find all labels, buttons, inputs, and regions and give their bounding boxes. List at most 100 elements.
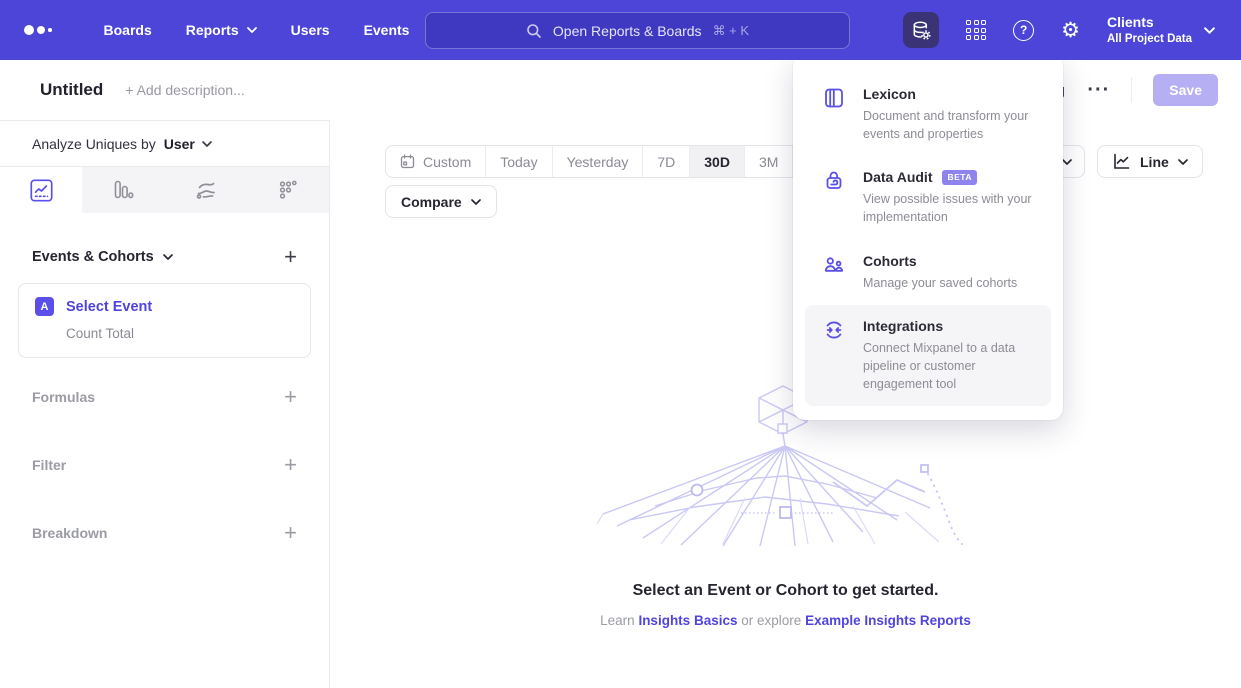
report-title[interactable]: Untitled bbox=[40, 80, 103, 100]
mixpanel-logo[interactable] bbox=[24, 25, 52, 35]
apps-grid-button[interactable] bbox=[966, 20, 986, 40]
menu-item-description: View possible issues with your implement… bbox=[863, 190, 1035, 226]
bar-chart-tab-icon bbox=[111, 178, 135, 202]
gear-icon: ⚙ bbox=[1061, 19, 1080, 42]
nav-links: Boards Reports Users Events bbox=[104, 22, 410, 38]
select-event-card[interactable]: A Select Event Count Total bbox=[18, 283, 311, 358]
date-range-today[interactable]: Today bbox=[486, 146, 552, 177]
add-formula-button[interactable]: + bbox=[284, 386, 297, 408]
example-reports-link[interactable]: Example Insights Reports bbox=[805, 613, 971, 628]
menu-item-integrations[interactable]: Integrations Connect Mixpanel to a data … bbox=[805, 305, 1051, 406]
menu-item-cohorts[interactable]: Cohorts Manage your saved cohorts bbox=[805, 240, 1051, 305]
header-actions: ··· Save bbox=[1047, 60, 1218, 120]
data-management-button[interactable] bbox=[903, 12, 939, 48]
compare-label: Compare bbox=[401, 194, 462, 210]
nav-item-reports[interactable]: Reports bbox=[186, 22, 257, 38]
project-selector[interactable]: Clients All Project Data bbox=[1107, 13, 1215, 46]
date-range-3m[interactable]: 3M bbox=[745, 146, 793, 177]
menu-item-description: Connect Mixpanel to a data pipeline or c… bbox=[863, 339, 1035, 393]
formulas-label: Formulas bbox=[32, 389, 95, 405]
breakdown-section: Breakdown + bbox=[0, 522, 329, 544]
date-range-7d[interactable]: 7D bbox=[643, 146, 690, 177]
chevron-down-icon bbox=[247, 27, 257, 33]
segment-label: 7D bbox=[657, 154, 675, 170]
query-sidebar: Analyze Uniques by User bbox=[0, 120, 330, 688]
tab-line-chart[interactable] bbox=[0, 167, 82, 213]
formulas-section: Formulas + bbox=[0, 386, 329, 408]
menu-item-title: Integrations bbox=[863, 318, 943, 334]
stacked-chart-tab-icon bbox=[194, 178, 218, 202]
analyze-uniques-row: Analyze Uniques by User bbox=[0, 121, 329, 167]
events-cohorts-label: Events & Cohorts bbox=[32, 249, 154, 265]
analyze-label: Analyze Uniques by bbox=[32, 136, 156, 152]
search-placeholder: Open Reports & Boards bbox=[553, 23, 702, 39]
audit-icon bbox=[823, 170, 845, 192]
nav-item-label: Reports bbox=[186, 22, 239, 38]
menu-item-description: Manage your saved cohorts bbox=[863, 274, 1017, 292]
save-button[interactable]: Save bbox=[1153, 74, 1218, 106]
chart-type-dropdown[interactable]: Line bbox=[1097, 145, 1203, 178]
menu-item-title: Data Audit bbox=[863, 169, 932, 185]
menu-item-data-audit[interactable]: Data Audit BETA View possible issues wit… bbox=[805, 156, 1051, 239]
events-cohorts-header: Events & Cohorts + bbox=[0, 246, 329, 268]
menu-item-lexicon[interactable]: Lexicon Document and transform your even… bbox=[805, 73, 1051, 156]
nav-item-label: Events bbox=[364, 22, 410, 38]
chevron-down-icon bbox=[163, 254, 173, 260]
data-management-menu: Lexicon Document and transform your even… bbox=[793, 55, 1063, 420]
tab-stacked-chart[interactable] bbox=[165, 167, 247, 213]
chevron-down-icon bbox=[1178, 159, 1188, 165]
chart-type-tabs bbox=[0, 167, 329, 213]
top-navbar: Boards Reports Users Events Open Reports… bbox=[0, 0, 1241, 60]
help-button[interactable]: ? bbox=[1013, 20, 1034, 41]
nav-item-boards[interactable]: Boards bbox=[104, 22, 152, 38]
nav-item-label: Boards bbox=[104, 22, 152, 38]
chevron-down-icon bbox=[1204, 27, 1215, 34]
date-range-30d[interactable]: 30D bbox=[690, 146, 745, 177]
more-options-button[interactable]: ··· bbox=[1087, 86, 1110, 94]
empty-state-subtext: Learn Insights Basics or explore Example… bbox=[330, 613, 1241, 628]
nav-item-label: Users bbox=[291, 22, 330, 38]
series-badge: A bbox=[35, 297, 54, 316]
line-chart-tab-icon bbox=[29, 178, 54, 203]
select-event-label[interactable]: Select Event bbox=[66, 299, 152, 315]
nav-item-events[interactable]: Events bbox=[364, 22, 410, 38]
nav-item-users[interactable]: Users bbox=[291, 22, 330, 38]
menu-item-description: Document and transform your events and p… bbox=[863, 107, 1035, 143]
filter-section: Filter + bbox=[0, 454, 329, 476]
chevron-down-icon bbox=[471, 199, 481, 205]
add-breakdown-button[interactable]: + bbox=[284, 522, 297, 544]
add-filter-button[interactable]: + bbox=[284, 454, 297, 476]
segment-label: Yesterday bbox=[567, 154, 629, 170]
chevron-down-icon bbox=[1062, 159, 1072, 165]
navbar-right: ? ⚙ Clients All Project Data bbox=[903, 0, 1241, 60]
menu-item-title: Lexicon bbox=[863, 86, 916, 102]
empty-sub-middle: or explore bbox=[741, 613, 801, 628]
settings-gear-button[interactable]: ⚙ bbox=[1061, 20, 1080, 41]
chevron-down-icon bbox=[202, 141, 212, 147]
count-total-dropdown[interactable]: Count Total bbox=[66, 326, 294, 341]
date-range-custom[interactable]: Custom bbox=[386, 146, 486, 177]
add-event-button[interactable]: + bbox=[284, 246, 297, 268]
question-mark-icon: ? bbox=[1020, 23, 1027, 37]
chart-type-label: Line bbox=[1140, 154, 1169, 170]
project-scope: All Project Data bbox=[1107, 32, 1192, 47]
add-description-field[interactable]: + Add description... bbox=[125, 82, 244, 98]
compare-button[interactable]: Compare bbox=[385, 185, 497, 218]
tab-metrics-grid[interactable] bbox=[247, 167, 329, 213]
global-search-input[interactable]: Open Reports & Boards ⌘ + K bbox=[425, 12, 850, 49]
analyze-by-dropdown[interactable]: User bbox=[164, 136, 212, 152]
menu-item-title: Cohorts bbox=[863, 253, 917, 269]
integrations-icon bbox=[823, 319, 845, 341]
segment-label: 30D bbox=[704, 154, 730, 170]
metrics-grid-tab-icon bbox=[276, 178, 300, 202]
date-range-control: Custom Today Yesterday 7D 30D 3M 6M bbox=[385, 145, 842, 178]
breakdown-label: Breakdown bbox=[32, 525, 107, 541]
insights-basics-link[interactable]: Insights Basics bbox=[638, 613, 737, 628]
tab-bar-chart[interactable] bbox=[82, 167, 164, 213]
database-gear-icon bbox=[911, 20, 932, 41]
line-chart-icon bbox=[1112, 152, 1131, 171]
date-range-yesterday[interactable]: Yesterday bbox=[553, 146, 644, 177]
org-name: Clients bbox=[1107, 13, 1192, 31]
book-icon bbox=[823, 87, 845, 109]
events-cohorts-toggle[interactable]: Events & Cohorts bbox=[32, 249, 173, 265]
